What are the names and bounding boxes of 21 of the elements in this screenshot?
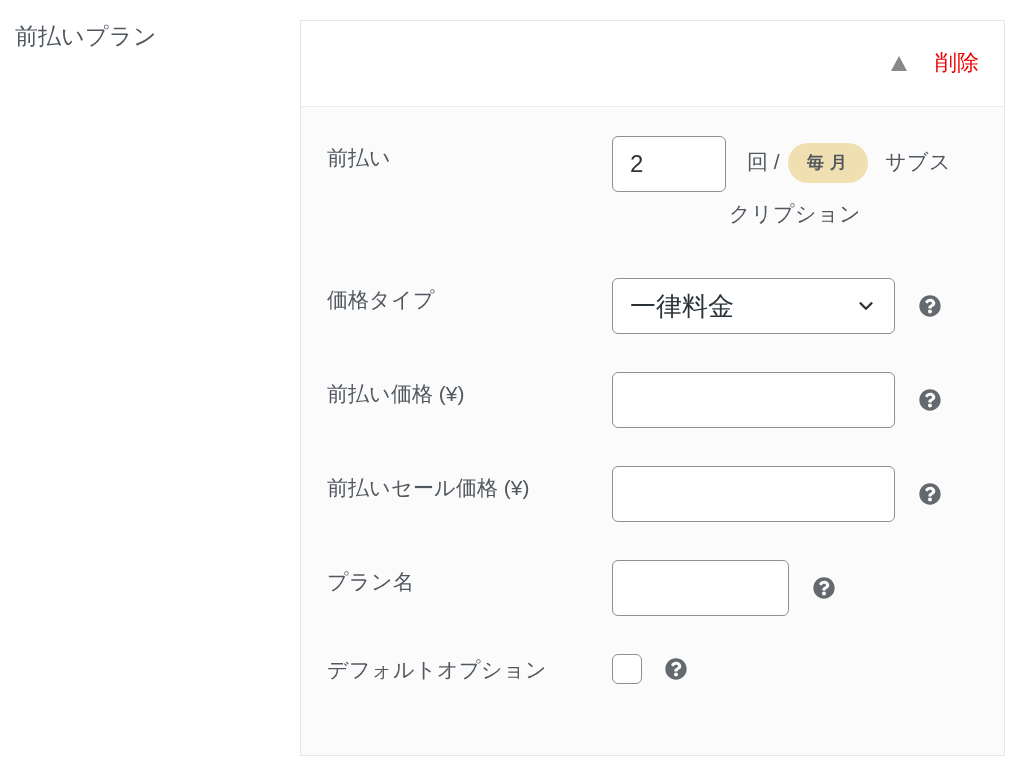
help-icon[interactable] (919, 295, 941, 317)
price-type-select[interactable]: 一律料金 (612, 278, 895, 334)
help-icon[interactable] (919, 483, 941, 505)
text-input[interactable] (612, 466, 895, 522)
count-input[interactable]: 2 (612, 136, 726, 192)
text-input[interactable] (612, 372, 895, 428)
field-label: 前払い (327, 145, 391, 170)
field-label: 前払い価格 (¥) (327, 381, 465, 406)
delete-link[interactable]: 削除 (935, 50, 979, 77)
field-label: 前払いセール価格 (¥) (327, 475, 530, 500)
caret-up-icon[interactable] (891, 56, 907, 71)
help-icon[interactable] (665, 658, 687, 680)
field-label: デフォルトオプション (327, 657, 547, 682)
text-input[interactable] (612, 560, 789, 616)
help-icon[interactable] (813, 577, 835, 599)
field-label: 価格タイプ (327, 287, 435, 312)
section-label: 前払いプラン (14, 23, 157, 51)
checkbox[interactable] (612, 654, 642, 684)
help-icon[interactable] (919, 389, 941, 411)
field-label: プラン名 (327, 569, 414, 594)
billing-period-text: 回 / 毎月 サブスクリプション (729, 136, 978, 240)
